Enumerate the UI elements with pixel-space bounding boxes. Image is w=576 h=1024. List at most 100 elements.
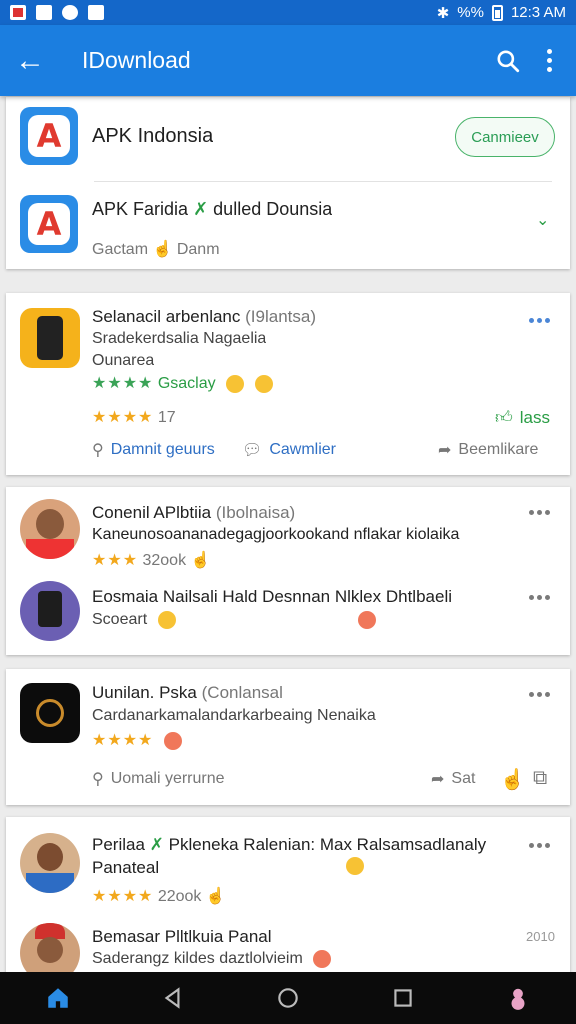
check-icon: ✗ [193,199,209,219]
share-button[interactable]: ➦ Beemlikare [438,440,538,460]
post3-rating: ★★★★ [92,730,182,750]
comment1-name: Conenil APlbtiia [92,503,212,522]
recents-nav-icon[interactable] [390,985,416,1011]
share-icon: ➦ [431,771,445,788]
home-icon[interactable] [45,985,71,1011]
clock: 12:3 AM [510,4,566,21]
bookmark-icon: ⚲ [92,442,104,459]
thumb-icon: ☝ [152,241,173,258]
post1-title-tag: (I9lantsa) [245,307,316,326]
smile-emoji-icon [346,857,364,875]
smile-emoji-icon [157,611,176,629]
post1-stats: ★★★★ 17 [92,407,176,427]
comment3-stars: ★★★★ [92,888,154,905]
comment-button[interactable]: 💬︎ Cawmlier [242,440,336,460]
thumbs-up-icon: 👍︎ [495,408,513,427]
laugh-emoji-icon [358,611,376,629]
comment1-count: 32ook [142,552,187,569]
save-icon: ⧉ [533,767,548,789]
post1-rating: ★★★★ Gsaclay [92,373,273,393]
like-button[interactable]: 👍︎ lass [495,407,550,428]
apk-app-icon-2[interactable]: A [20,195,78,253]
comment3-title-rest: Pkleneka Ralenian: Max Ralsamsadlanaly [168,835,487,854]
notification-icons [10,5,104,20]
post1-line1: Sradekerdsalia Nagaelia [92,330,267,347]
user-avatar-2[interactable] [20,581,80,641]
apk-name-1: APK Indonsia [92,125,214,147]
like-outline-button[interactable]: ☝ [500,767,525,792]
post3-title: Uunilan. Pska (Conlansal [92,683,283,703]
thumbs-up-outline-icon: ☝ [500,769,525,791]
comment4-text-label: Saderangz kildes daztlolvieim [92,950,303,968]
app-bar: ← IDownload [0,25,576,96]
post1-rating-label: Gsaclay [157,375,216,392]
comment3-line2: Panateal [92,858,160,877]
pointer-icon: ☝ [205,888,226,905]
share-icon: ➦ [438,442,452,459]
post3-share-button[interactable]: ➦ Sat [431,769,475,789]
apk-name-2: APK Faridia ✗ dulled Dounsia [92,199,332,220]
post1-action-1[interactable]: ⚲ Damnit geuurs [92,440,215,460]
post1-title-text: Selanacil arbenlanc [92,307,241,326]
more-options-icon[interactable] [529,510,550,515]
system-indicators: ✱ %% 12:3 AM [437,4,566,22]
save-button[interactable]: ⧉ [533,767,547,790]
comment3-title: Perilaa ✗ Pkleneka Ralenian: Max Ralsams… [92,835,522,855]
apk-name-2-label: APK Faridia [92,199,189,219]
comment2-text: Scoeart [92,611,176,629]
profile-icon[interactable] [505,985,531,1011]
phone-thumbnail[interactable] [20,308,80,368]
post-card-3: Uunilan. Pska (Conlansal Cardanarkamalan… [6,669,570,805]
bluetooth-icon: ✱ [436,4,450,22]
phone-icon [37,316,63,360]
comment4-title: Bemasar Plltlkuia Panal [92,927,272,946]
comment-label: Cawmlier [269,441,336,458]
apk-name-2-rest: dulled Dounsia [213,199,333,219]
more-options-icon[interactable] [529,843,550,848]
mail-icon [36,5,52,20]
signal-text: %% [457,4,484,21]
back-nav-icon[interactable] [160,985,186,1011]
battery-icon [491,4,503,21]
more-options-icon[interactable] [529,318,550,323]
user-avatar-1[interactable] [20,499,80,559]
comment4-time: 2010 [526,929,555,944]
overflow-menu-icon[interactable] [547,49,552,72]
canmieev-button[interactable]: Canmieev [455,117,555,157]
bookmark-icon: ⚲ [92,771,104,788]
share-label: Beemlikare [458,441,539,458]
more-options-icon[interactable] [529,692,550,697]
image-icon [88,5,104,20]
comment3-stats: ★★★★ 22ook ☝ [92,886,226,906]
search-icon[interactable] [495,48,521,74]
apk-card: A APK Indonsia Canmieev A APK Faridia ✗ … [6,97,570,269]
post3-action-1[interactable]: ⚲ Uomali yerrurne [92,769,225,789]
post3-thumbnail[interactable] [20,683,80,743]
page-title: IDownload [82,47,191,73]
apk-meta-2: Danm [176,241,220,258]
sync-icon [62,5,78,20]
user-avatar-3[interactable] [20,833,80,893]
post-card-4: Perilaa ✗ Pkleneka Ralenian: Max Ralsams… [6,817,570,983]
comment1-tag: (Ibolnaisa) [215,503,296,522]
home-nav-icon[interactable] [275,985,301,1011]
chevron-down-icon[interactable]: ⌄ [536,210,549,230]
more-options-icon-2[interactable] [529,595,550,600]
comment1-title: Conenil APlbtiia (Ibolnaisa) [92,503,295,523]
wink-emoji-icon [163,731,182,750]
check-icon: ✗ [149,835,164,854]
grin-emoji-icon [313,950,332,968]
apk-app-icon[interactable]: A [20,107,78,165]
back-arrow-icon[interactable]: ← [0,45,60,76]
comment4-text: Saderangz kildes daztlolvieim [92,950,332,968]
post3-title-tag: (Conlansal [201,683,283,702]
apk-meta: Gactam ☝ Danm [92,239,220,259]
post3-title-text: Uunilan. Pska [92,683,197,702]
divider [94,181,552,182]
comment-icon: 💬︎ [242,442,263,459]
post3-share-label: Sat [451,770,476,787]
smile-emoji-icon [226,374,245,393]
post1-line2: Ounarea [92,352,155,369]
like-label: lass [519,407,550,427]
pointer-icon: ☝ [190,552,211,569]
